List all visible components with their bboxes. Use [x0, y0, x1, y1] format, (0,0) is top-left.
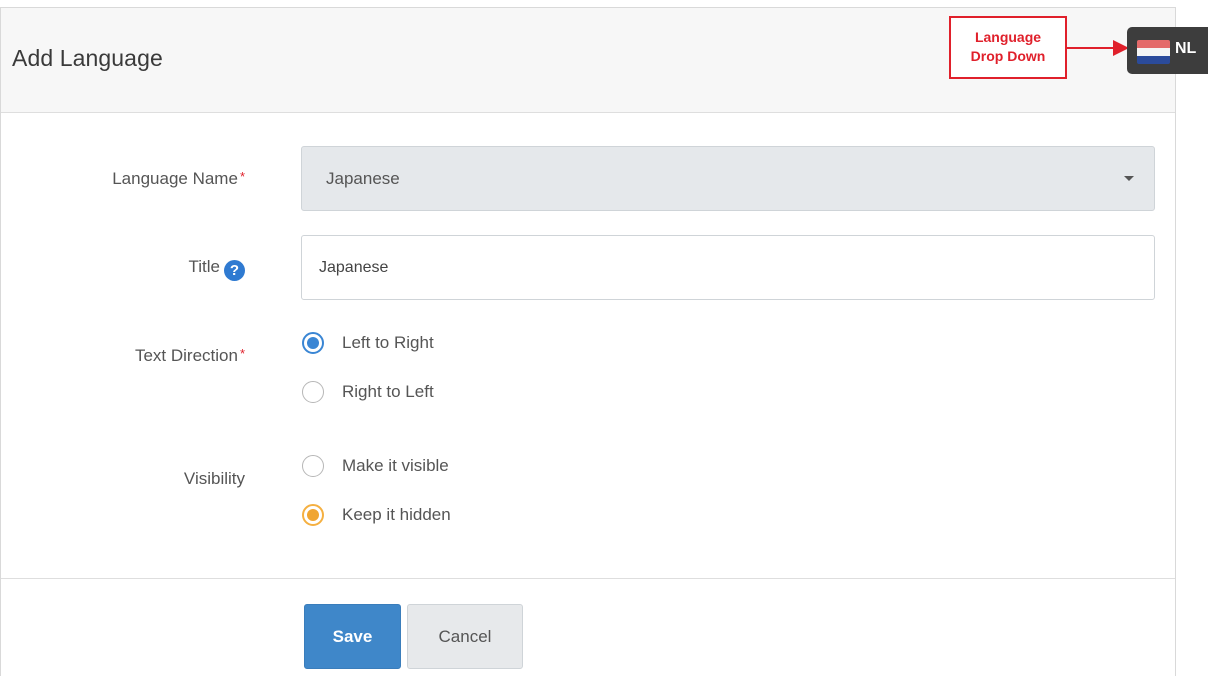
- radio-checked-icon[interactable]: [302, 332, 324, 354]
- radio-right-to-left[interactable]: Right to Left: [302, 379, 434, 405]
- help-icon[interactable]: ?: [224, 260, 245, 281]
- annotation-callout: Language Drop Down: [949, 16, 1067, 79]
- radio-label: Make it visible: [342, 456, 449, 475]
- save-button[interactable]: Save: [304, 604, 401, 669]
- add-language-panel: Add Language Language Name * Japanese Tit…: [0, 7, 1176, 676]
- radio-unchecked-icon[interactable]: [302, 455, 324, 477]
- language-code: NL: [1175, 40, 1197, 57]
- text-direction-label: Text Direction *: [134, 346, 245, 365]
- radio-unchecked-icon[interactable]: [302, 381, 324, 403]
- radio-label: Right to Left: [342, 382, 434, 401]
- radio-label: Keep it hidden: [342, 505, 451, 524]
- cancel-button[interactable]: Cancel: [407, 604, 523, 669]
- title-label: Title?: [189, 257, 245, 281]
- required-mark: *: [239, 169, 245, 184]
- page-title: Add Language: [12, 45, 163, 71]
- netherlands-flag-icon: [1137, 40, 1170, 64]
- radio-label: Left to Right: [342, 333, 434, 352]
- caret-down-icon: [1124, 176, 1134, 181]
- language-name-label: Language Name *: [112, 169, 245, 188]
- language-name-value: Japanese: [326, 169, 400, 188]
- footer-divider: [1, 578, 1175, 579]
- language-name-select[interactable]: Japanese: [301, 146, 1155, 211]
- title-input[interactable]: [301, 235, 1155, 300]
- radio-left-to-right[interactable]: Left to Right: [302, 330, 434, 356]
- visibility-label: Visibility: [183, 469, 245, 488]
- radio-checked-icon[interactable]: [302, 504, 324, 526]
- radio-keep-hidden[interactable]: Keep it hidden: [302, 502, 451, 528]
- arrow-right-icon: [1067, 40, 1129, 56]
- required-mark: *: [239, 346, 245, 361]
- radio-make-visible[interactable]: Make it visible: [302, 453, 449, 479]
- language-dropdown[interactable]: NL: [1127, 27, 1208, 74]
